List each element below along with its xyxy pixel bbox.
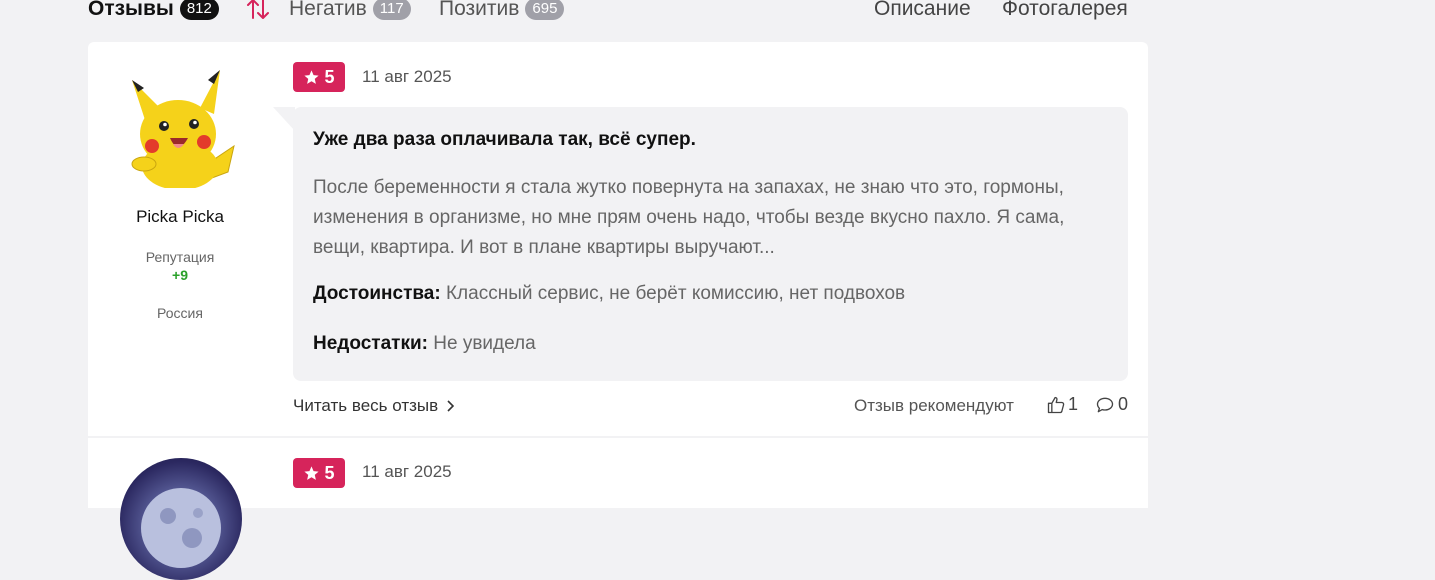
tab-gallery[interactable]: Фотогалерея	[1002, 0, 1128, 22]
comment-icon	[1096, 397, 1114, 412]
like-button[interactable]: 1	[1046, 394, 1078, 415]
tab-reviews[interactable]: Отзывы 812	[88, 0, 219, 22]
review-body: После беременности я стала жутко поверну…	[313, 177, 1065, 258]
review-pros: Достоинства: Классный сервис, не берёт к…	[313, 283, 905, 305]
moon-avatar[interactable]	[120, 458, 242, 580]
tab-positive-label: Позитив	[439, 0, 520, 20]
author-name[interactable]: Picka Picka	[88, 207, 272, 227]
chevron-right-icon	[447, 400, 455, 412]
rating-badge: 5	[293, 62, 345, 92]
comments-button[interactable]: 0	[1095, 394, 1128, 415]
moon-icon	[141, 488, 221, 568]
sort-icon[interactable]	[246, 0, 270, 22]
rating-value: 5	[324, 66, 335, 87]
read-more-label: Читать весь отзыв	[293, 396, 439, 415]
review-card: Picka Picka Репутация +9 Россия 5 11 авг…	[88, 42, 1148, 436]
reputation-label: Репутация	[145, 249, 215, 265]
review-cons: Недостатки: Не увидела	[313, 333, 536, 355]
like-count: 1	[1068, 394, 1079, 414]
comment-count: 0	[1118, 394, 1129, 414]
cons-text: Не увидела	[433, 333, 536, 354]
recommend-label: Отзыв рекомендуют	[854, 396, 1014, 415]
star-icon	[304, 465, 320, 480]
rating-value: 5	[324, 462, 335, 483]
pros-text: Классный сервис, не берёт комиссию, нет …	[445, 283, 906, 304]
thumbs-up-icon	[1047, 396, 1065, 413]
tab-description[interactable]: Описание	[874, 0, 971, 22]
review-title: Уже два раза оплачивала так, всё супер.	[313, 129, 696, 150]
author-country: Россия	[157, 305, 203, 321]
review-date: 11 авг 2025	[362, 462, 452, 481]
pikachu-avatar[interactable]	[128, 68, 236, 188]
review-content[interactable]: Уже два раза оплачивала так, всё супер. …	[293, 107, 1128, 381]
tab-reviews-count: 812	[179, 0, 219, 20]
tab-negative-label: Негатив	[289, 0, 367, 20]
tab-positive-count: 695	[525, 0, 565, 20]
review-date: 11 авг 2025	[362, 67, 452, 86]
pros-label: Достоинства:	[313, 283, 441, 304]
tab-negative-count: 117	[372, 0, 411, 20]
read-more-link[interactable]: Читать весь отзыв	[293, 396, 455, 416]
review-card: 5 11 авг 2025	[88, 438, 1148, 580]
reputation-value: +9	[172, 267, 188, 283]
tab-negative[interactable]: Негатив 117	[289, 0, 411, 22]
review-tabs: Отзывы 812 Негатив 117 Позитив 695 Описа…	[88, 0, 1148, 24]
tab-reviews-label: Отзывы	[88, 0, 174, 20]
star-icon	[304, 69, 320, 84]
tab-positive[interactable]: Позитив 695	[439, 0, 565, 22]
rating-badge: 5	[293, 458, 345, 488]
bubble-tail	[273, 107, 295, 131]
cons-label: Недостатки:	[313, 333, 428, 354]
